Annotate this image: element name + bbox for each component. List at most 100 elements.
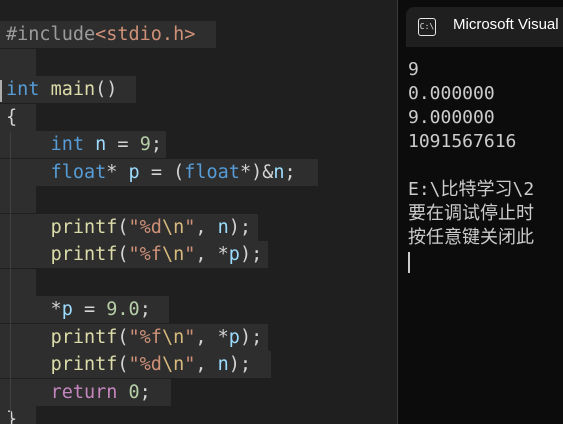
code-token: , bbox=[195, 217, 218, 238]
code-line[interactable]: printf("%d\n", n); bbox=[0, 351, 271, 378]
code-token: ); bbox=[239, 327, 263, 348]
code-token: } bbox=[6, 409, 18, 424]
code-token: " bbox=[184, 217, 196, 238]
console-output-line: 按任意键关闭此 bbox=[408, 227, 534, 248]
code-token: 0 bbox=[128, 382, 140, 403]
code-token: ( bbox=[117, 244, 129, 265]
code-token: "%d bbox=[128, 217, 162, 238]
code-token: n bbox=[217, 217, 229, 238]
code-token: ; bbox=[284, 162, 296, 183]
code-token: * bbox=[106, 162, 129, 183]
code-token: n bbox=[273, 162, 285, 183]
code-token: ); bbox=[228, 354, 252, 375]
console-cursor bbox=[408, 252, 410, 273]
code-token: \n bbox=[161, 354, 185, 375]
code-token: ( bbox=[117, 354, 129, 375]
code-token: , * bbox=[195, 244, 229, 265]
code-token: printf bbox=[50, 327, 118, 348]
text-cursor bbox=[0, 80, 2, 102]
code-token: { bbox=[6, 107, 18, 128]
code-token: \n bbox=[161, 327, 185, 348]
console-output-line: 9.000000 bbox=[408, 107, 495, 128]
code-token: p bbox=[128, 162, 140, 183]
console-window[interactable]: C:\ Microsoft Visual 9 0.000000 9.000000 10… bbox=[397, 0, 563, 424]
code-line[interactable]: return 0; bbox=[0, 379, 171, 406]
code-token: float bbox=[50, 162, 107, 183]
code-token: ( bbox=[117, 217, 129, 238]
code-token: "%d bbox=[128, 354, 162, 375]
code-token: " bbox=[184, 354, 196, 375]
code-token: #include bbox=[6, 24, 96, 45]
code-token: ; bbox=[150, 134, 162, 155]
code-token: printf bbox=[50, 217, 118, 238]
code-token: p bbox=[228, 244, 240, 265]
code-token: "%f bbox=[128, 327, 162, 348]
code-token: ); bbox=[239, 244, 263, 265]
console-output-line: 1091567616 bbox=[408, 131, 517, 152]
code-line[interactable]: #include<stdio.h> bbox=[0, 21, 216, 48]
code-token: = bbox=[72, 299, 107, 320]
code-token: int bbox=[50, 134, 84, 155]
code-line[interactable]: *p = 9.0; bbox=[0, 296, 169, 323]
code-line[interactable] bbox=[0, 49, 36, 76]
code-token: return bbox=[50, 382, 118, 403]
code-token: 9.0 bbox=[106, 299, 140, 320]
code-token: \n bbox=[161, 217, 185, 238]
code-token: 9 bbox=[139, 134, 151, 155]
code-line[interactable]: float* p = (float*)&n; bbox=[0, 159, 318, 186]
code-line[interactable] bbox=[0, 186, 36, 213]
code-token: p bbox=[61, 299, 73, 320]
code-line[interactable]: printf("%f\n", *p); bbox=[0, 241, 268, 268]
code-token: () bbox=[95, 79, 118, 100]
console-app-icon: C:\ bbox=[418, 18, 436, 36]
code-token: int bbox=[6, 79, 40, 100]
code-token: p bbox=[228, 327, 240, 348]
code-token: n bbox=[217, 354, 229, 375]
code-token: * bbox=[6, 299, 62, 320]
code-token: printf bbox=[50, 244, 118, 265]
console-output-line: 0.000000 bbox=[408, 83, 495, 104]
code-token: n bbox=[95, 134, 107, 155]
code-token: main bbox=[50, 79, 96, 100]
console-output-line: 9 bbox=[408, 59, 419, 80]
code-token: ; bbox=[139, 299, 151, 320]
code-line[interactable] bbox=[0, 269, 36, 296]
code-token: "%f bbox=[128, 244, 162, 265]
code-line[interactable]: { bbox=[0, 104, 36, 131]
code-line[interactable]: printf("%d\n", n); bbox=[0, 214, 258, 241]
code-line[interactable]: int main() bbox=[0, 76, 136, 103]
code-token: \n bbox=[161, 244, 185, 265]
code-token: , bbox=[195, 354, 218, 375]
code-token: " bbox=[184, 244, 196, 265]
code-token: ( bbox=[117, 327, 129, 348]
code-editor[interactable]: #include<stdio.h> int main(){ int n = 9; … bbox=[0, 0, 397, 424]
console-titlebar[interactable]: C:\ Microsoft Visual bbox=[406, 7, 563, 47]
console-output-line: 要在调试停止时 bbox=[408, 203, 534, 224]
code-line[interactable]: printf("%f\n", *p); bbox=[0, 324, 268, 351]
code-token: printf bbox=[50, 354, 118, 375]
code-token: ); bbox=[228, 217, 252, 238]
code-token: float bbox=[184, 162, 240, 183]
code-token: <stdio.h> bbox=[95, 24, 196, 45]
code-token: = bbox=[106, 134, 140, 155]
code-line[interactable]: int n = 9; bbox=[0, 131, 166, 158]
console-title: Microsoft Visual bbox=[453, 16, 559, 33]
code-token: = ( bbox=[139, 162, 185, 183]
code-token: ; bbox=[139, 382, 151, 403]
code-token: " bbox=[184, 327, 196, 348]
indent-guide bbox=[10, 132, 11, 424]
code-token: , * bbox=[195, 327, 229, 348]
console-output-line: E:\比特学习\2 bbox=[408, 179, 535, 200]
code-token: *)& bbox=[239, 162, 274, 183]
code-line[interactable]: } bbox=[0, 406, 36, 424]
